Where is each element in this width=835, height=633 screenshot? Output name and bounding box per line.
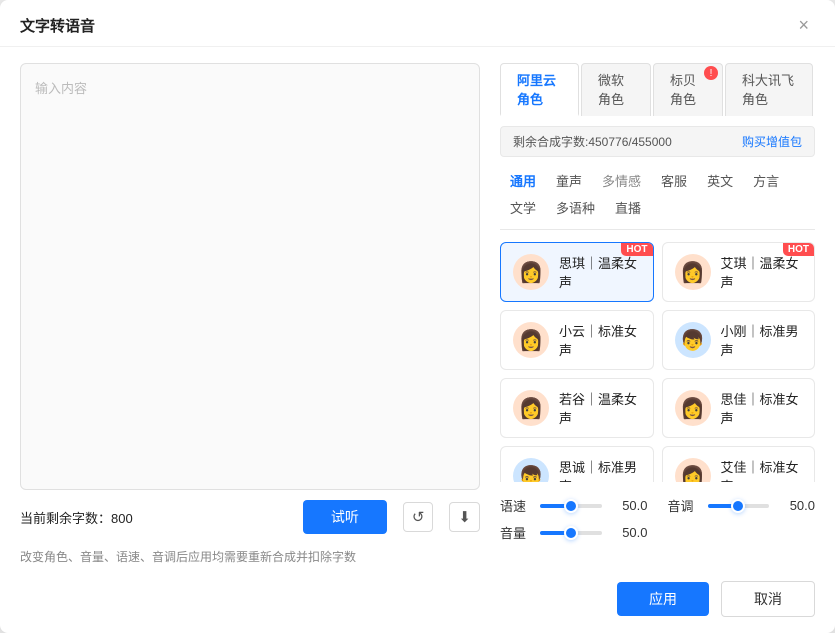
remaining-value: 800: [111, 511, 133, 526]
tab-child[interactable]: 童声: [546, 167, 592, 194]
sliders-top: 语速 50.0 音调 50.0: [500, 496, 815, 515]
category-tabs: 通用 童声 多情感 客服 英文 方言 文学 多语种 直播: [500, 167, 815, 230]
dialog-body: 输入内容 当前剩余字数：800 试听 ↺ ⬇ 阿里云角色: [0, 47, 835, 542]
history-button[interactable]: ↺: [403, 502, 434, 532]
tab-biaobei[interactable]: 标贝角色 !: [653, 63, 723, 116]
avatar-xiaogang: 👦: [675, 322, 711, 358]
textarea-wrapper: 输入内容: [20, 63, 480, 490]
history-icon: ↺: [412, 508, 425, 526]
tab-literature[interactable]: 文学: [500, 194, 546, 221]
tab-emotion[interactable]: 多情感: [592, 167, 651, 194]
left-bottom-bar: 当前剩余字数：800 试听 ↺ ⬇: [20, 490, 480, 542]
voice-card-xiaogang[interactable]: 👦 小刚｜标准男声: [662, 310, 816, 370]
tab-dialect[interactable]: 方言: [743, 167, 789, 194]
avatar-sijia: 👩: [675, 390, 711, 426]
tab-iflytek[interactable]: 科大讯飞角色: [725, 63, 813, 116]
cancel-button[interactable]: 取消: [721, 581, 815, 617]
speed-label: 语速: [500, 496, 532, 515]
close-button[interactable]: ×: [792, 14, 815, 36]
dialog: 文字转语音 × 输入内容 当前剩余字数：800 试听 ↺ ⬇: [0, 0, 835, 633]
voice-card-ruogu[interactable]: 👩 若谷｜温柔女声: [500, 378, 654, 438]
hot-badge-siqin: HOT: [621, 243, 652, 256]
voice-card-xiaoyun[interactable]: 👩 小云｜标准女声: [500, 310, 654, 370]
tab-service[interactable]: 客服: [651, 167, 697, 194]
quota-text: 剩余合成字数:450776/455000: [513, 133, 672, 150]
voice-name-sijia: 思佳｜标准女声: [721, 389, 803, 427]
dialog-title: 文字转语音: [20, 15, 95, 36]
pitch-value: 50.0: [777, 498, 815, 513]
avatar-xiaoyun: 👩: [513, 322, 549, 358]
download-icon: ⬇: [458, 508, 471, 526]
dialog-footer: 应用 取消: [0, 569, 835, 633]
dialog-header: 文字转语音 ×: [0, 0, 835, 47]
voice-name-xiaoyun: 小云｜标准女声: [559, 321, 641, 359]
voice-card-siqin[interactable]: 👩 思琪｜温柔女声 HOT: [500, 242, 654, 302]
remaining-label: 当前剩余字数：: [20, 511, 111, 526]
voice-grid: 👩 思琪｜温柔女声 HOT 👩 艾琪｜温柔女声 HOT 👩 小云｜标准女声 👦 …: [500, 242, 815, 482]
voice-card-aizhen[interactable]: 👩 艾琪｜温柔女声 HOT: [662, 242, 816, 302]
avatar-aijia: 👩: [675, 458, 711, 482]
tab-alibaba[interactable]: 阿里云角色: [500, 63, 579, 116]
volume-slider[interactable]: [540, 531, 602, 535]
voice-name-aizhen: 艾琪｜温柔女声: [721, 253, 803, 291]
speed-slider[interactable]: [540, 504, 602, 508]
voice-name-xiaogang: 小刚｜标准男声: [721, 321, 803, 359]
avatar-ruogu: 👩: [513, 390, 549, 426]
avatar-sicheng: 👦: [513, 458, 549, 482]
note-text: 改变角色、音量、语速、音调后应用均需要重新合成并扣除字数: [0, 542, 835, 569]
tab-multilang[interactable]: 多语种: [546, 194, 605, 221]
quota-bar: 剩余合成字数:450776/455000 购买增值包: [500, 126, 815, 157]
voice-card-sicheng[interactable]: 👦 思诚｜标准男声: [500, 446, 654, 482]
tab-live[interactable]: 直播: [605, 194, 651, 221]
speed-slider-row: 语速 50.0: [500, 496, 648, 515]
speed-value: 50.0: [610, 498, 648, 513]
voice-name-aijia: 艾佳｜标准女声: [721, 457, 803, 482]
voice-name-sicheng: 思诚｜标准男声: [559, 457, 641, 482]
quota-link[interactable]: 购买增值包: [742, 133, 802, 150]
apply-button[interactable]: 应用: [617, 582, 709, 616]
voice-name-siqin: 思琪｜温柔女声: [559, 253, 641, 291]
trial-button[interactable]: 试听: [303, 500, 387, 534]
pitch-slider[interactable]: [708, 504, 770, 508]
pitch-label: 音调: [668, 496, 700, 515]
pitch-slider-row: 音调 50.0: [668, 496, 816, 515]
right-panel: 阿里云角色 微软角色 标贝角色 ! 科大讯飞角色 剩余合成字数:450776/4…: [500, 63, 815, 542]
left-panel: 输入内容 当前剩余字数：800 试听 ↺ ⬇: [20, 63, 480, 542]
biaobei-badge: !: [704, 66, 718, 80]
volume-slider-row: 音量 50.0: [500, 523, 658, 542]
voice-name-ruogu: 若谷｜温柔女声: [559, 389, 641, 427]
tab-english[interactable]: 英文: [697, 167, 743, 194]
download-button[interactable]: ⬇: [449, 502, 480, 532]
avatar-siqin: 👩: [513, 254, 549, 290]
avatar-aizhen: 👩: [675, 254, 711, 290]
main-textarea[interactable]: [21, 64, 479, 489]
volume-label: 音量: [500, 523, 532, 542]
voice-card-aijia[interactable]: 👩 艾佳｜标准女声: [662, 446, 816, 482]
voice-card-sijia[interactable]: 👩 思佳｜标准女声: [662, 378, 816, 438]
tab-microsoft[interactable]: 微软角色: [581, 63, 651, 116]
remaining-chars: 当前剩余字数：800: [20, 508, 133, 527]
volume-value: 50.0: [610, 525, 648, 540]
provider-tabs: 阿里云角色 微软角色 标贝角色 ! 科大讯飞角色: [500, 63, 815, 116]
hot-badge-aizhen: HOT: [783, 243, 814, 256]
tab-general[interactable]: 通用: [500, 167, 546, 194]
